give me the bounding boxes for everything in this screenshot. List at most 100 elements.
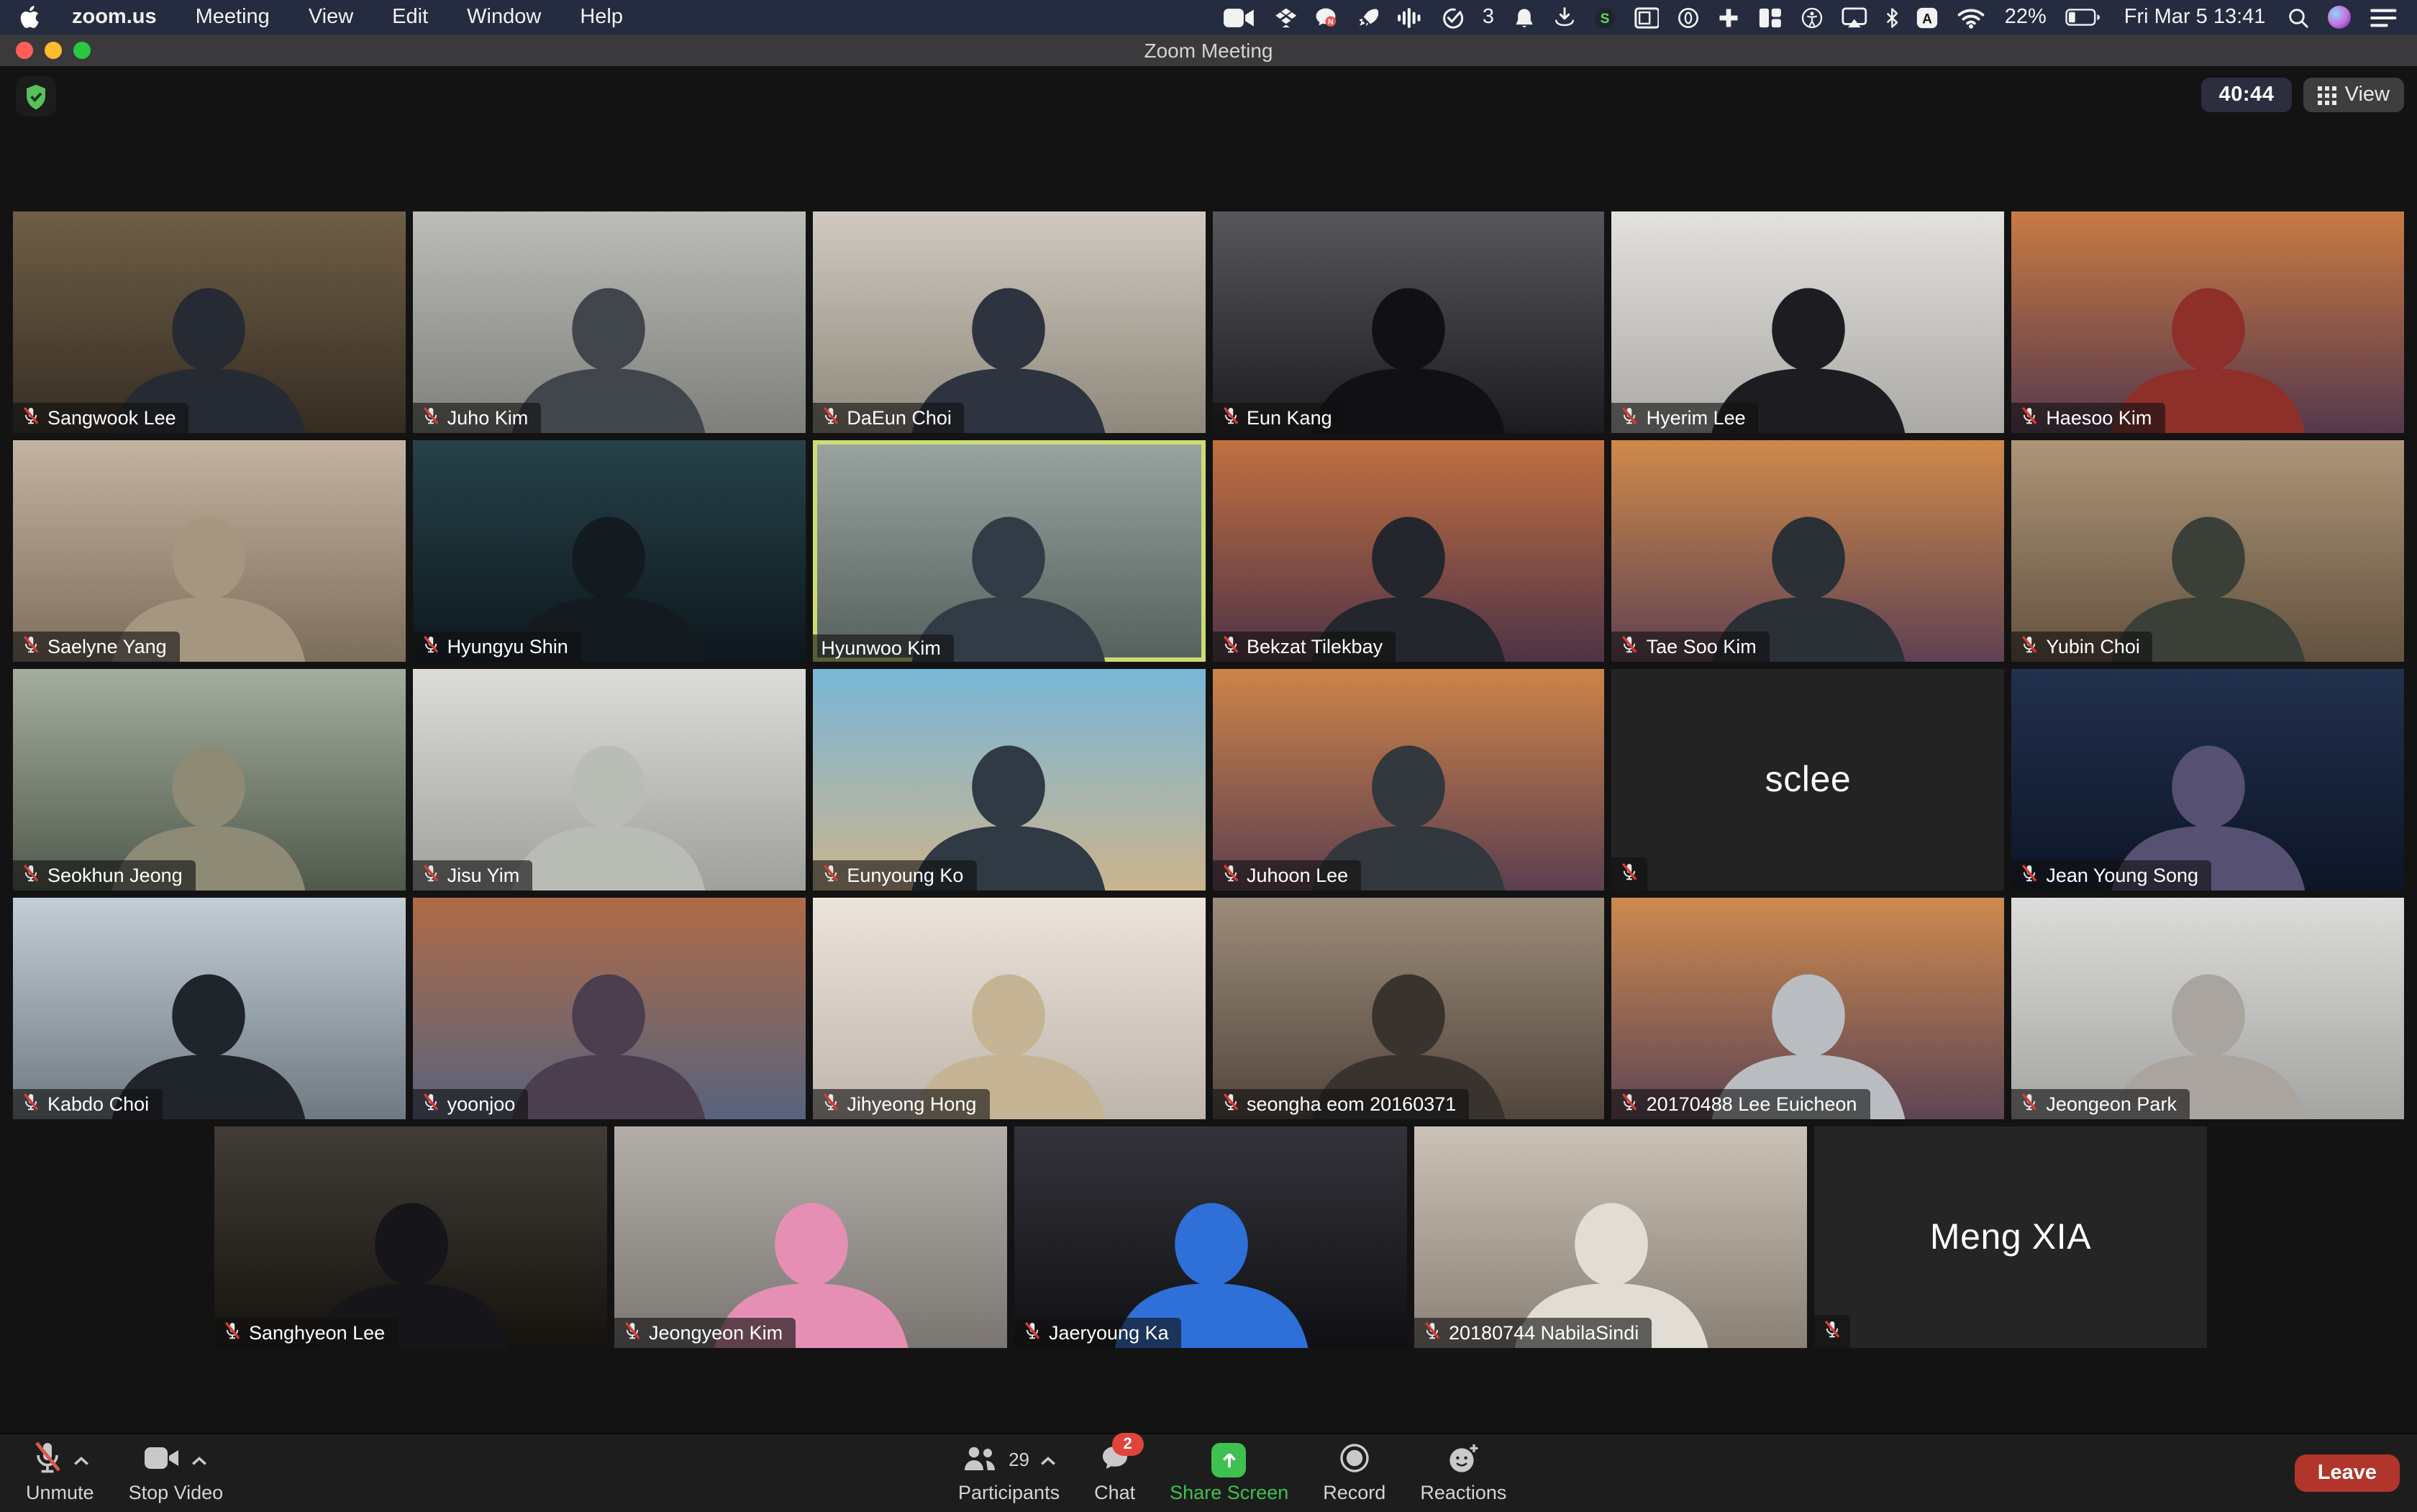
participant-tile[interactable]: 20180744 NabilaSindi xyxy=(1414,1126,1807,1348)
mic-muted-icon xyxy=(1823,1319,1842,1344)
participant-tile[interactable]: Kabdo Choi xyxy=(13,898,406,1119)
participant-tile[interactable]: Jaeryoung Ka xyxy=(1014,1126,1407,1348)
participant-tile[interactable]: Hyunwoo Kim xyxy=(812,440,1205,662)
menu-zoom-us[interactable]: zoom.us xyxy=(72,6,157,29)
battery-icon[interactable] xyxy=(2065,5,2103,29)
participant-tile[interactable]: Jean Young Song xyxy=(2011,669,2404,891)
participant-name-label: yoonjoo xyxy=(413,1089,529,1119)
chat-button[interactable]: 2 Chat xyxy=(1094,1442,1135,1503)
menu-view[interactable]: View xyxy=(309,6,353,29)
participant-tile[interactable]: Jihyeong Hong xyxy=(812,898,1205,1119)
participant-name-label: 20180744 NabilaSindi xyxy=(1414,1318,1652,1348)
mic-muted-icon xyxy=(422,1092,440,1116)
participant-name-label: DaEun Choi xyxy=(812,403,965,433)
participant-tile[interactable]: Jisu Yim xyxy=(413,669,806,891)
participant-tile[interactable]: Seokhun Jeong xyxy=(13,669,406,891)
siri-icon[interactable] xyxy=(2327,6,2350,29)
record-button[interactable]: Record xyxy=(1323,1442,1385,1503)
mic-muted-icon xyxy=(22,406,40,430)
check-circle-icon[interactable] xyxy=(1442,5,1464,29)
spark-s-icon[interactable]: S xyxy=(1593,5,1615,29)
menu-meeting[interactable]: Meeting xyxy=(196,6,270,29)
view-button[interactable]: View xyxy=(2303,78,2404,112)
participant-tile[interactable]: Sangwook Lee xyxy=(13,211,406,433)
meeting-security-button[interactable] xyxy=(16,76,56,117)
menu-window[interactable]: Window xyxy=(467,6,541,29)
participant-name-label: Seokhun Jeong xyxy=(13,860,196,891)
stop-video-button[interactable]: Stop Video xyxy=(129,1442,224,1503)
menu-bar-clock[interactable]: Fri Mar 5 13:41 xyxy=(2124,6,2266,29)
split-layout-icon[interactable] xyxy=(1759,5,1783,29)
participant-tile[interactable]: Eunyoung Ko xyxy=(812,669,1205,891)
participant-tile[interactable]: Yubin Choi xyxy=(2011,440,2404,662)
participant-tile[interactable]: Meng XIA xyxy=(1814,1126,2207,1348)
participant-name-label: Yubin Choi xyxy=(2011,632,2153,662)
menu-bar-status-text: 3 xyxy=(1483,6,1494,29)
participant-name-label: Eun Kang xyxy=(1212,403,1345,433)
chat-notification-icon[interactable]: N xyxy=(1316,5,1339,29)
video-options-caret[interactable] xyxy=(191,1449,207,1470)
reactions-button[interactable]: Reactions xyxy=(1420,1442,1506,1503)
window-icon[interactable] xyxy=(1634,5,1660,29)
participant-tile[interactable]: Jeongeon Park xyxy=(2011,898,2404,1119)
participant-tile[interactable]: 20170488 Lee Euicheon xyxy=(1612,898,2005,1119)
dropbox-icon[interactable] xyxy=(1274,5,1297,29)
participant-name-label: Haesoo Kim xyxy=(2011,403,2165,433)
participant-tile[interactable]: Eun Kang xyxy=(1212,211,1605,433)
bell-icon[interactable] xyxy=(1513,5,1534,29)
mic-muted-icon xyxy=(821,406,839,430)
spotlight-search-icon[interactable] xyxy=(2287,5,2308,29)
participant-name-label: seongha eom 20160371 xyxy=(1212,1089,1469,1119)
input-source-a-icon[interactable]: A xyxy=(1917,5,1939,29)
mic-muted-icon xyxy=(1621,862,1639,886)
audio-options-caret[interactable] xyxy=(73,1449,88,1470)
participant-name-label: 20170488 Lee Euicheon xyxy=(1612,1089,1870,1119)
participant-tile[interactable]: Jeongyeon Kim xyxy=(614,1126,1007,1348)
share-screen-button[interactable]: Share Screen xyxy=(1170,1442,1288,1503)
gallery-bottom-row: Sanghyeon LeeJeongyeon KimJaeryoung Ka20… xyxy=(214,1126,2207,1348)
participant-tile[interactable]: Tae Soo Kim xyxy=(1612,440,2005,662)
participant-tile[interactable]: sclee xyxy=(1612,669,2005,891)
airplay-display-icon[interactable] xyxy=(1842,5,1867,29)
participant-tile[interactable]: Haesoo Kim xyxy=(2011,211,2404,433)
rocket-icon[interactable] xyxy=(1357,5,1379,29)
wifi-icon[interactable] xyxy=(1957,5,1986,29)
participant-tile[interactable]: Hyungyu Shin xyxy=(413,440,806,662)
window-title-bar[interactable]: Zoom Meeting xyxy=(0,35,2417,68)
participant-tile[interactable]: Saelyne Yang xyxy=(13,440,406,662)
participant-tile[interactable]: Hyerim Lee xyxy=(1612,211,2005,433)
participants-options-caret[interactable] xyxy=(1039,1449,1055,1470)
unmute-button[interactable]: Unmute xyxy=(26,1442,94,1503)
participant-tile[interactable]: DaEun Choi xyxy=(812,211,1205,433)
menu-edit[interactable]: Edit xyxy=(392,6,428,29)
camera-icon[interactable] xyxy=(1223,5,1255,29)
participant-tile[interactable]: Juho Kim xyxy=(413,211,806,433)
participant-silhouette xyxy=(887,474,1130,662)
audio-waveform-icon[interactable] xyxy=(1398,5,1424,29)
circled-zero-icon[interactable] xyxy=(1678,5,1700,29)
download-icon[interactable] xyxy=(1553,5,1575,29)
participants-button[interactable]: 29 Participants xyxy=(958,1442,1060,1503)
participant-tile[interactable]: Juhoon Lee xyxy=(1212,669,1605,891)
participant-name-label: Bekzat Tilekbay xyxy=(1212,632,1396,662)
list-menu-icon[interactable] xyxy=(2369,5,2397,29)
participant-tile[interactable]: Bekzat Tilekbay xyxy=(1212,440,1605,662)
extension-plus-icon[interactable] xyxy=(1719,5,1740,29)
participant-tile[interactable]: yoonjoo xyxy=(413,898,806,1119)
bluetooth-icon[interactable] xyxy=(1886,5,1898,29)
record-label: Record xyxy=(1323,1482,1385,1503)
menu-help[interactable]: Help xyxy=(580,6,623,29)
participant-tile[interactable]: Sanghyeon Lee xyxy=(214,1126,607,1348)
apple-menu-icon[interactable] xyxy=(20,6,40,29)
record-icon xyxy=(1339,1442,1370,1477)
participant-name-label: Juhoon Lee xyxy=(1212,860,1361,891)
svg-text:N: N xyxy=(1329,18,1334,26)
macos-menu-bar: zoom.usMeetingViewEditWindowHelp N3SA22%… xyxy=(0,0,2417,35)
leave-button[interactable]: Leave xyxy=(2295,1454,2400,1492)
mic-muted-icon xyxy=(22,863,40,888)
accessibility-icon[interactable] xyxy=(1801,5,1823,29)
mic-muted-icon xyxy=(422,863,440,888)
participant-name-label: Sangwook Lee xyxy=(13,403,189,433)
participant-tile[interactable]: seongha eom 20160371 xyxy=(1212,898,1605,1119)
mic-muted-icon xyxy=(1621,634,1639,659)
